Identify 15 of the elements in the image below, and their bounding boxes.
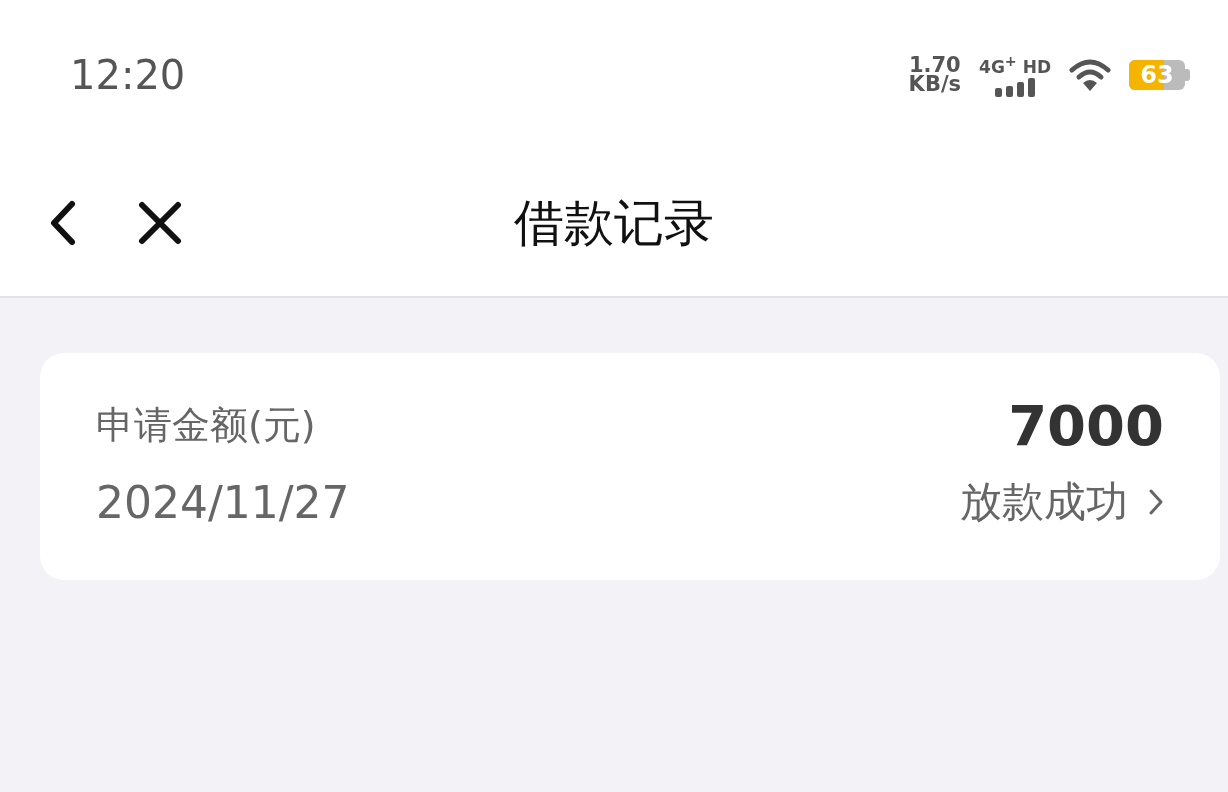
signal-icon xyxy=(994,78,1037,99)
wifi-icon xyxy=(1069,58,1111,92)
network-type: 4G$^{+}$ HD xyxy=(979,51,1051,76)
chevron-right-icon xyxy=(1148,488,1164,516)
network-speed: 1.70 xyxy=(908,56,961,75)
loan-record-card[interactable]: 申请金额(元) 7000 2024/11/27 放款成功 xyxy=(40,353,1220,580)
speed-unit: KB/s xyxy=(908,75,962,94)
status-time: 12:20 xyxy=(70,52,186,98)
loan-date: 2024/11/27 xyxy=(96,476,350,528)
back-button[interactable] xyxy=(48,198,78,248)
amount-label: 申请金额(元) xyxy=(96,402,316,449)
loan-status: 放款成功 xyxy=(960,476,1128,528)
close-button[interactable] xyxy=(138,201,182,245)
loan-amount: 7000 xyxy=(1008,393,1164,458)
page-title: 借款记录 xyxy=(514,192,714,254)
